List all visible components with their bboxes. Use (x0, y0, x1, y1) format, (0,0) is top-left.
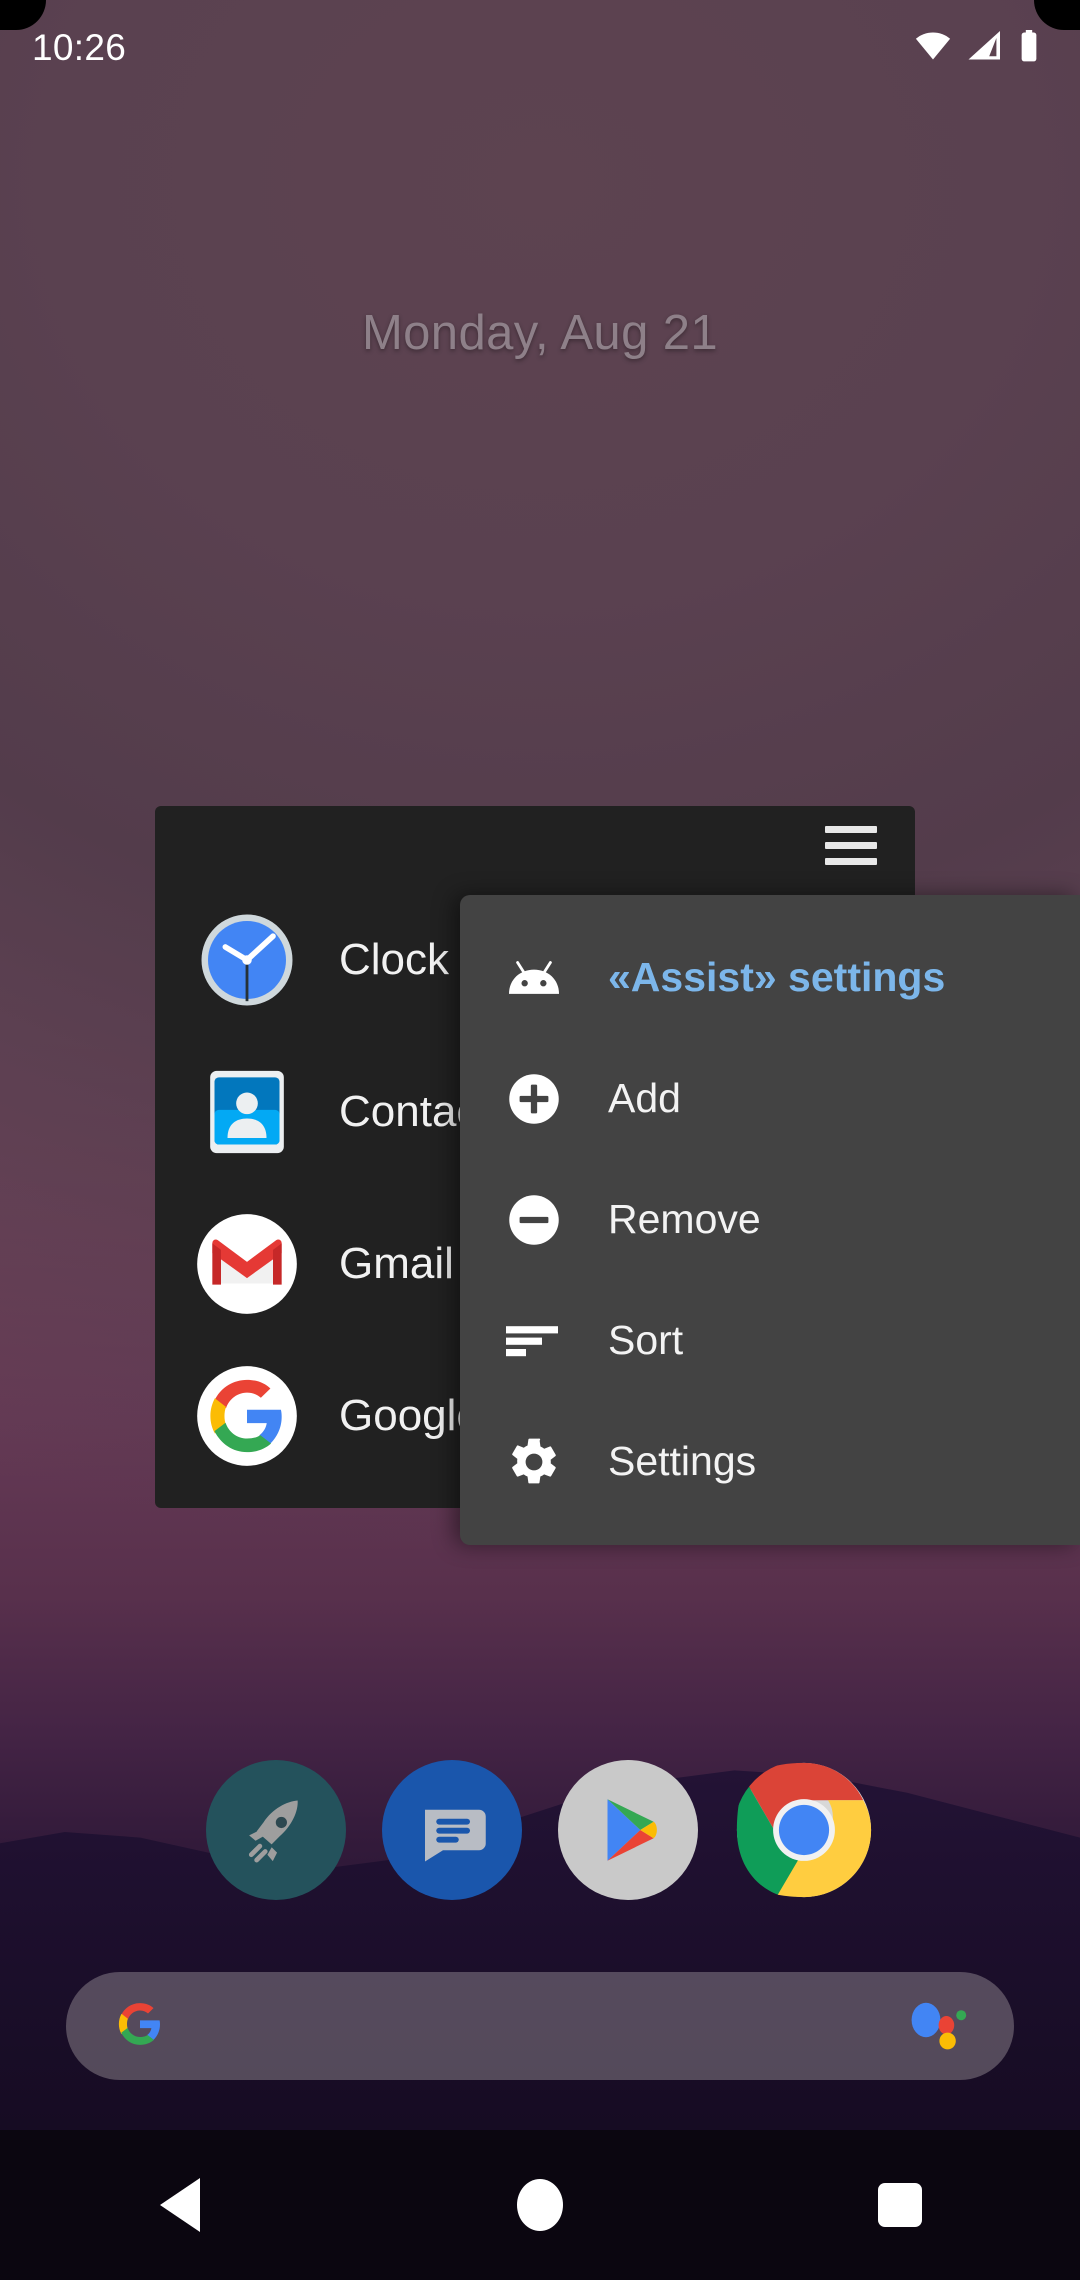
gear-icon (506, 1434, 562, 1490)
recents-square-icon (878, 2183, 922, 2227)
app-list-header (155, 806, 915, 884)
wifi-icon (914, 31, 952, 66)
google-icon (195, 1364, 299, 1468)
menu-item-label: «Assist» settings (608, 954, 946, 1000)
list-item-label: Clock (339, 935, 450, 984)
clock-icon (195, 908, 299, 1012)
menu-item-label: Add (608, 1075, 681, 1121)
google-assistant-icon[interactable] (910, 1998, 972, 2055)
back-triangle-icon (160, 2178, 200, 2232)
list-item-label: Gmail (339, 1239, 454, 1288)
status-bar-clock: 10:26 (32, 27, 127, 68)
menu-item-label: Sort (608, 1317, 684, 1363)
status-bar: 10:26 (0, 0, 1080, 96)
battery-icon (1018, 29, 1040, 67)
menu-item-remove[interactable]: Remove (460, 1159, 1080, 1280)
hamburger-menu-icon[interactable] (825, 825, 877, 865)
google-search-bar[interactable] (66, 1972, 1014, 2080)
date-widget[interactable]: Monday, Aug 21 (0, 305, 1080, 361)
menu-item-sort[interactable]: Sort (460, 1280, 1080, 1401)
menu-item-settings[interactable]: Settings (460, 1401, 1080, 1522)
phone-screen: 10:26 Monday, Aug 21 Clock Contacts Gmai… (0, 0, 1080, 2280)
menu-item-add[interactable]: Add (460, 1038, 1080, 1159)
recents-button[interactable] (840, 2160, 960, 2250)
gmail-icon (195, 1212, 299, 1316)
android-robot-icon (506, 950, 562, 1006)
menu-item-assist-settings[interactable]: «Assist» settings (460, 917, 1080, 1038)
hamburger-line (825, 825, 877, 833)
dock-item-rocket[interactable] (206, 1760, 346, 1900)
google-g-icon (110, 1994, 170, 2059)
contacts-icon (195, 1060, 299, 1164)
status-bar-icons (914, 29, 1040, 67)
sort-icon (506, 1313, 562, 1369)
cellular-signal-icon (967, 30, 1003, 66)
dock-item-messages[interactable] (382, 1760, 522, 1900)
dock-item-play-store[interactable] (558, 1760, 698, 1900)
home-circle-icon (517, 2179, 563, 2231)
back-button[interactable] (120, 2160, 240, 2250)
popup-menu: «Assist» settings Add Remove Sort Settin… (460, 895, 1080, 1545)
remove-circle-icon (506, 1192, 562, 1248)
dock-item-chrome[interactable] (734, 1760, 874, 1900)
menu-item-label: Remove (608, 1196, 761, 1242)
home-button[interactable] (480, 2160, 600, 2250)
navigation-bar (0, 2130, 1080, 2280)
add-circle-icon (506, 1071, 562, 1127)
hamburger-line (825, 841, 877, 849)
hamburger-line (825, 857, 877, 865)
dock (0, 1760, 1080, 1900)
menu-item-label: Settings (608, 1438, 757, 1484)
